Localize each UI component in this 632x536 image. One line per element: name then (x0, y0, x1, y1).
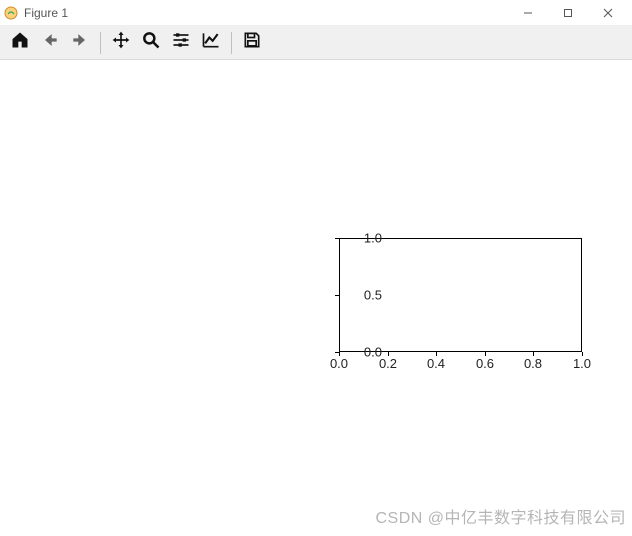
forward-button[interactable] (66, 29, 94, 57)
configure-subplots-button[interactable] (167, 29, 195, 57)
sliders-icon (171, 30, 191, 55)
back-button[interactable] (36, 29, 64, 57)
ytick-label: 1.0 (346, 231, 382, 246)
toolbar-separator (100, 32, 101, 54)
home-icon (10, 30, 30, 55)
titlebar: Figure 1 (0, 0, 632, 26)
tickmark (335, 238, 339, 239)
xtick-label: 0.4 (421, 356, 451, 371)
xtick-label: 0.8 (518, 356, 548, 371)
tickmark (335, 295, 339, 296)
save-button[interactable] (238, 29, 266, 57)
maximize-button[interactable] (548, 0, 588, 26)
app-icon (4, 6, 18, 20)
home-button[interactable] (6, 29, 34, 57)
toolbar-separator (231, 32, 232, 54)
move-icon (111, 30, 131, 55)
minimize-button[interactable] (508, 0, 548, 26)
window-title: Figure 1 (24, 6, 68, 20)
xtick-label: 1.0 (567, 356, 597, 371)
arrow-right-icon (70, 30, 90, 55)
edit-axes-button[interactable] (197, 29, 225, 57)
xtick-label: 0.2 (373, 356, 403, 371)
watermark-text: CSDN @中亿丰数字科技有限公司 (375, 504, 626, 528)
save-icon (242, 30, 262, 55)
xtick-label: 0.6 (470, 356, 500, 371)
zoom-button[interactable] (137, 29, 165, 57)
ytick-label: 0.5 (346, 288, 382, 303)
xtick-label: 0.0 (324, 356, 354, 371)
arrow-left-icon (40, 30, 60, 55)
window-controls (508, 0, 628, 26)
toolbar (0, 26, 632, 60)
close-button[interactable] (588, 0, 628, 26)
zoom-icon (141, 30, 161, 55)
pan-button[interactable] (107, 29, 135, 57)
figure-canvas[interactable]: 1.0 0.5 0.0 0.0 0.2 0.4 0.6 0.8 1.0 CSDN… (0, 60, 632, 536)
chart-line-icon (201, 30, 221, 55)
